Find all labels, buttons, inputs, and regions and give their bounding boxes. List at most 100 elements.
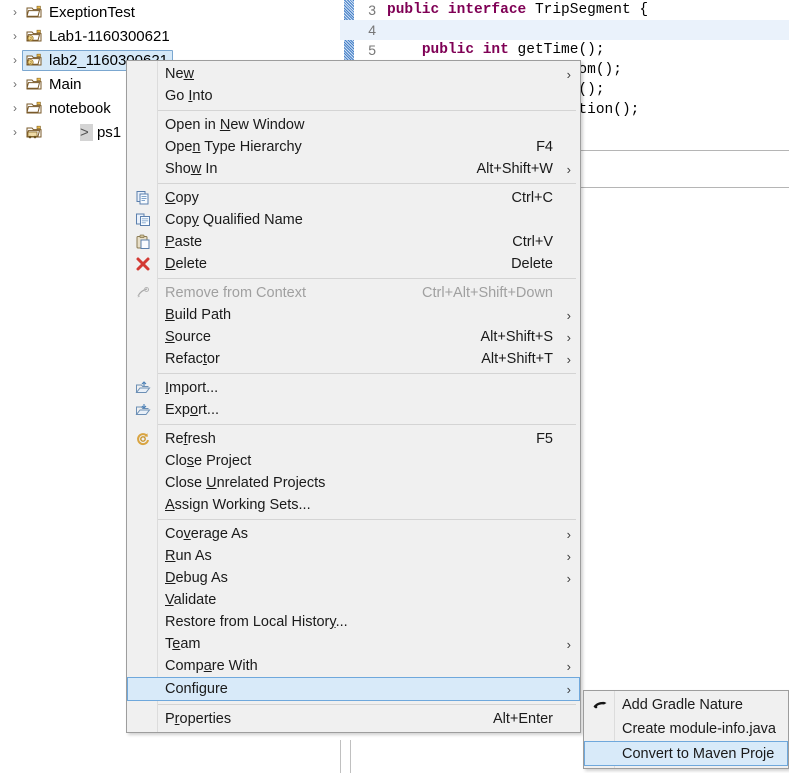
menu-item-compare-with[interactable]: Compare With › — [128, 655, 579, 677]
submenu-item-create-module-info-java[interactable]: Create module-info.java — [585, 717, 787, 741]
spring-project-icon — [25, 124, 44, 141]
export-icon — [128, 402, 158, 418]
menu-item-show-in[interactable]: Show In Alt+Shift+W › — [128, 158, 579, 180]
delete-icon — [128, 256, 158, 272]
menu-item-assign-working-sets[interactable]: Assign Working Sets... › — [128, 494, 579, 516]
menu-item-source[interactable]: Source Alt+Shift+S › — [128, 326, 579, 348]
project-folder-icon — [25, 76, 44, 93]
menu-item-label: Open in New Window — [165, 117, 305, 133]
menu-item-coverage-as[interactable]: Coverage As › — [128, 523, 579, 545]
menu-item-close-unrelated-projects[interactable]: Close Unrelated Projects › — [128, 472, 579, 494]
chevron-right-icon: › — [566, 658, 571, 674]
menu-item-team[interactable]: Team › — [128, 633, 579, 655]
menu-item-go-into[interactable]: Go Into › — [128, 85, 579, 107]
panel-divider-right — [350, 740, 351, 773]
project-context-menu[interactable]: New › Go Into › Open in New Window › Open Type… — [126, 60, 581, 733]
chevron-right-icon: › — [553, 235, 571, 250]
expand-arrow-icon[interactable]: › — [8, 78, 22, 90]
menu-item-close-project[interactable]: Close Project › — [128, 450, 579, 472]
expand-arrow-icon[interactable]: › — [8, 30, 22, 42]
menu-item-shortcut: Alt+Enter — [492, 711, 553, 727]
menu-item-label: Coverage As — [165, 526, 249, 542]
expand-arrow-icon[interactable]: › — [8, 126, 22, 138]
menu-item-debug-as[interactable]: Debug As › — [128, 567, 579, 589]
menu-item-copy[interactable]: Copy Ctrl+C› — [128, 187, 579, 209]
menu-item-refresh[interactable]: Refresh F5› — [128, 428, 579, 450]
menu-item-label: Configure — [165, 681, 228, 697]
chevron-right-icon: › — [553, 593, 571, 608]
menu-item-label: Export... — [165, 402, 220, 418]
panel-divider-left — [340, 740, 341, 773]
menu-item-label: Open Type Hierarchy — [165, 139, 302, 155]
java-project-icon: J — [25, 52, 44, 69]
menu-item-open-in-new-window[interactable]: Open in New Window › — [128, 114, 579, 136]
menu-separator — [158, 110, 576, 111]
menu-item-new[interactable]: New › — [128, 63, 579, 85]
menu-item-restore-from-local-history[interactable]: Restore from Local History... › — [128, 611, 579, 633]
menu-item-build-path[interactable]: Build Path › — [128, 304, 579, 326]
tree-item-exeptiontest[interactable]: › ExeptionTest — [0, 0, 340, 24]
menu-item-shortcut: F5 — [536, 431, 553, 447]
chevron-right-icon: › — [566, 636, 571, 652]
menu-item-run-as[interactable]: Run As › — [128, 545, 579, 567]
menu-item-export[interactable]: Export... › — [128, 399, 579, 421]
menu-item-configure[interactable]: Configure › — [127, 677, 580, 701]
line-number: 4 — [368, 22, 376, 38]
menu-item-import[interactable]: Import... › — [128, 377, 579, 399]
editor-line[interactable]: 4 — [340, 20, 789, 40]
editor-line[interactable]: 3 public interface TripSegment { — [340, 0, 789, 20]
chevron-right-icon: › — [553, 498, 571, 513]
submenu-item-convert-to-maven-proje[interactable]: Convert to Maven Proje — [584, 741, 788, 766]
expand-arrow-icon[interactable]: › — [8, 6, 22, 18]
menu-item-label: Team — [165, 636, 201, 652]
expand-arrow-icon[interactable]: › — [8, 54, 22, 66]
menu-item-refactor[interactable]: Refactor Alt+Shift+T › — [128, 348, 579, 370]
line-number: 3 — [368, 2, 376, 18]
configure-submenu[interactable]: Add Gradle Nature Create module-info.java… — [583, 690, 789, 769]
remove-from-context-icon — [128, 285, 158, 301]
tree-item-label: notebook — [49, 99, 111, 117]
menu-item-label: Compare With — [165, 658, 258, 674]
menu-item-label: Properties — [165, 711, 232, 727]
menu-separator — [158, 278, 576, 279]
submenu-item-label: Add Gradle Nature — [622, 697, 743, 713]
menu-separator — [158, 704, 576, 705]
gradle-icon — [585, 697, 615, 713]
tree-item-lab1-1160300621[interactable]: › J Lab1-1160300621 — [0, 24, 340, 48]
menu-item-shortcut: Delete — [511, 256, 553, 272]
chevron-right-icon: › — [553, 615, 571, 630]
line-code: public interface TripSegment { — [387, 2, 649, 18]
chevron-right-icon: › — [553, 140, 571, 155]
menu-item-label: Copy — [165, 190, 199, 206]
menu-item-copy-qualified-name[interactable]: Copy Qualified Name › — [128, 209, 579, 231]
chevron-right-icon: › — [553, 257, 571, 272]
menu-item-open-type-hierarchy[interactable]: Open Type Hierarchy F4› — [128, 136, 579, 158]
copy-icon — [128, 190, 158, 206]
submenu-item-add-gradle-nature[interactable]: Add Gradle Nature — [585, 693, 787, 717]
menu-item-label: Build Path — [165, 307, 232, 323]
project-folder-icon — [25, 4, 44, 21]
eclipse-ide-screen: › ExeptionTest › J Lab1-1160300621 › Jlab2_116… — [0, 0, 789, 773]
menu-separator — [158, 373, 576, 374]
line-number: 5 — [368, 42, 376, 58]
chevron-right-icon: › — [566, 307, 571, 323]
chevron-right-icon: › — [566, 351, 571, 367]
menu-item-delete[interactable]: DeleteDelete› — [128, 253, 579, 275]
menu-item-label: Remove from Context — [165, 285, 307, 301]
chevron-right-icon: › — [553, 403, 571, 418]
chevron-right-icon: › — [566, 570, 571, 586]
menu-separator — [158, 519, 576, 520]
editor-line[interactable]: 5 public int getTime(); — [340, 40, 789, 60]
menu-item-label: Close Unrelated Projects — [165, 475, 326, 491]
chevron-right-icon: › — [566, 329, 571, 345]
menu-item-properties[interactable]: Properties Alt+Enter› — [128, 708, 579, 730]
chevron-right-icon: › — [553, 712, 571, 727]
menu-separator — [158, 424, 576, 425]
menu-item-shortcut: Ctrl+V — [512, 234, 553, 250]
menu-item-paste[interactable]: Paste Ctrl+V› — [128, 231, 579, 253]
menu-item-shortcut: Ctrl+C — [511, 190, 554, 206]
expand-arrow-icon[interactable]: › — [8, 102, 22, 114]
menu-item-validate[interactable]: Validate › — [128, 589, 579, 611]
menu-item-shortcut: Ctrl+Alt+Shift+Down — [422, 285, 553, 301]
menu-item-label: Copy Qualified Name — [165, 212, 303, 228]
